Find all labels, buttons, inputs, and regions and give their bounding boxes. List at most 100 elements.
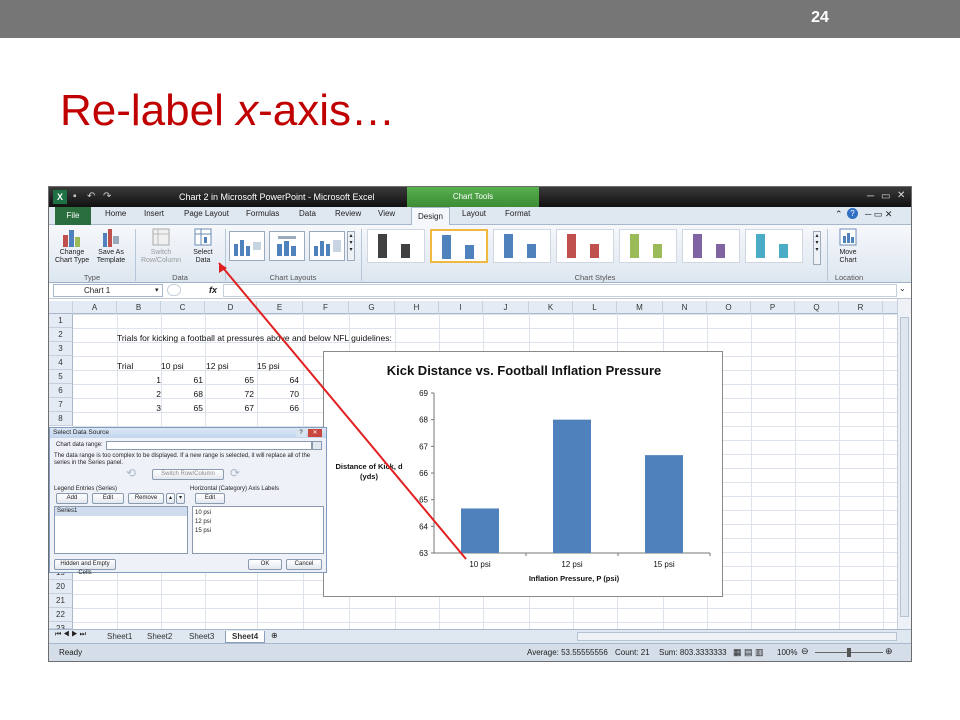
sheet-tab[interactable]: Sheet2	[141, 631, 178, 643]
chart-data-range-input[interactable]	[106, 441, 312, 450]
cell-e4[interactable]: 15 psi	[257, 361, 280, 371]
switch-row-column-button[interactable]: Switch Row/Column	[139, 227, 183, 265]
chart-style-option[interactable]	[682, 229, 740, 263]
column-header[interactable]: R	[839, 301, 883, 314]
column-header[interactable]: L	[573, 301, 617, 314]
chart-style-option[interactable]	[367, 229, 425, 263]
column-header[interactable]: G	[349, 301, 395, 314]
row-header[interactable]: 23	[49, 622, 73, 633]
chart-layout-1[interactable]	[229, 231, 265, 261]
row-header[interactable]: 22	[49, 608, 73, 622]
column-header[interactable]: E	[257, 301, 303, 314]
row-header[interactable]: 8	[49, 412, 73, 426]
row-header[interactable]: 21	[49, 594, 73, 608]
data-cell[interactable]: 61	[173, 375, 203, 385]
tab-view[interactable]: View	[378, 209, 395, 218]
row-header[interactable]: 1	[49, 314, 73, 328]
tab-page-layout[interactable]: Page Layout	[184, 209, 229, 218]
column-header[interactable]: N	[663, 301, 707, 314]
column-header[interactable]: K	[529, 301, 573, 314]
undo-icon[interactable]: ↶	[87, 191, 95, 202]
change-chart-type-button[interactable]: Change Chart Type	[55, 227, 89, 265]
vertical-scrollbar[interactable]	[897, 299, 911, 629]
sheet-tab[interactable]: Sheet3	[183, 631, 220, 643]
edit-series-button[interactable]: Edit	[92, 493, 124, 504]
column-header[interactable]: B	[117, 301, 161, 314]
new-sheet-icon[interactable]: ⊕	[271, 631, 278, 640]
tab-formulas[interactable]: Formulas	[246, 209, 279, 218]
chart-layout-2[interactable]	[269, 231, 305, 261]
row-header[interactable]: 6	[49, 384, 73, 398]
move-down-icon[interactable]: ▾	[176, 493, 185, 504]
name-box-dropdown-icon[interactable]: ▾	[155, 286, 159, 294]
sheet-tab-active[interactable]: Sheet4	[225, 631, 266, 643]
series-item[interactable]: Series1	[55, 507, 187, 516]
data-cell[interactable]: 64	[269, 375, 299, 385]
minimize-icon[interactable]: ─	[867, 191, 874, 202]
tab-insert[interactable]: Insert	[144, 209, 164, 218]
cell-b2[interactable]: Trials for kicking a football at pressur…	[117, 333, 392, 343]
dialog-switch-row-column-button[interactable]: Switch Row/Column	[152, 469, 224, 480]
data-cell[interactable]: 65	[173, 403, 203, 413]
column-header[interactable]: A	[73, 301, 117, 314]
tab-layout[interactable]: Layout	[462, 209, 486, 218]
tab-data[interactable]: Data	[299, 209, 316, 218]
data-cell[interactable]: 67	[224, 403, 254, 413]
cell-b4[interactable]: Trial	[117, 361, 133, 371]
maximize-icon[interactable]: ▭	[881, 191, 890, 202]
series-list[interactable]: Series1	[54, 506, 188, 554]
chart-style-option[interactable]	[430, 229, 488, 263]
chart-style-option[interactable]	[556, 229, 614, 263]
chart-layout-3[interactable]	[309, 231, 345, 261]
hidden-empty-cells-button[interactable]: Hidden and Empty Cells	[54, 559, 116, 576]
data-cell[interactable]: 3	[131, 403, 161, 413]
save-icon[interactable]: ▪	[73, 191, 77, 202]
ok-button[interactable]: OK	[248, 559, 282, 570]
column-header[interactable]: Q	[795, 301, 839, 314]
tab-home[interactable]: Home	[105, 209, 126, 218]
row-header[interactable]: 4	[49, 356, 73, 370]
zoom-out-icon[interactable]: ⊖	[801, 646, 809, 657]
row-header[interactable]: 5	[49, 370, 73, 384]
zoom-in-icon[interactable]: ⊕	[885, 646, 893, 657]
cancel-button[interactable]: Cancel	[286, 559, 322, 570]
chart-style-option[interactable]	[619, 229, 677, 263]
data-cell[interactable]: 72	[224, 389, 254, 399]
chart-style-option[interactable]	[493, 229, 551, 263]
column-header[interactable]: C	[161, 301, 205, 314]
fx-icon[interactable]: fx	[209, 285, 217, 295]
row-header[interactable]: 7	[49, 398, 73, 412]
ribbon-minimize-icon[interactable]: ⌃	[835, 209, 843, 220]
redo-icon[interactable]: ↷	[103, 191, 111, 202]
add-series-button[interactable]: Add	[56, 493, 88, 504]
formula-expand-icon[interactable]	[167, 284, 181, 296]
column-header[interactable]: D	[205, 301, 257, 314]
tab-review[interactable]: Review	[335, 209, 361, 218]
save-as-template-button[interactable]: Save As Template	[93, 227, 129, 265]
sheet-tab[interactable]: Sheet1	[101, 631, 138, 643]
cell-d4[interactable]: 12 psi	[206, 361, 229, 371]
column-header[interactable]: M	[617, 301, 663, 314]
data-cell[interactable]: 66	[269, 403, 299, 413]
data-cell[interactable]: 2	[131, 389, 161, 399]
styles-scroll-icon[interactable]: ▴ ▾ ▾	[813, 231, 821, 265]
edit-axis-labels-button[interactable]: Edit	[195, 493, 225, 504]
tab-design[interactable]: Design	[411, 207, 450, 226]
view-buttons-icon[interactable]: ▦ ▤ ▥	[733, 647, 764, 658]
select-data-button[interactable]: Select Data	[185, 227, 221, 265]
data-cell[interactable]: 70	[269, 389, 299, 399]
formula-expand-chevron-icon[interactable]: ⌄	[899, 284, 906, 293]
axis-labels-list[interactable]: 10 psi 12 psi 15 psi	[192, 506, 324, 554]
layouts-scroll-icon[interactable]: ▴ ▾ ▾	[347, 231, 355, 261]
column-header[interactable]: J	[483, 301, 529, 314]
column-header[interactable]: O	[707, 301, 751, 314]
move-up-icon[interactable]: ▴	[166, 493, 175, 504]
scroll-thumb[interactable]	[900, 317, 909, 617]
data-cell[interactable]: 1	[131, 375, 161, 385]
data-cell[interactable]: 65	[224, 375, 254, 385]
help-icon[interactable]: ?	[847, 208, 858, 219]
tab-format[interactable]: Format	[505, 209, 530, 218]
move-chart-button[interactable]: Move Chart	[831, 227, 865, 265]
column-header[interactable]: P	[751, 301, 795, 314]
close-icon[interactable]: ✕	[897, 190, 905, 201]
